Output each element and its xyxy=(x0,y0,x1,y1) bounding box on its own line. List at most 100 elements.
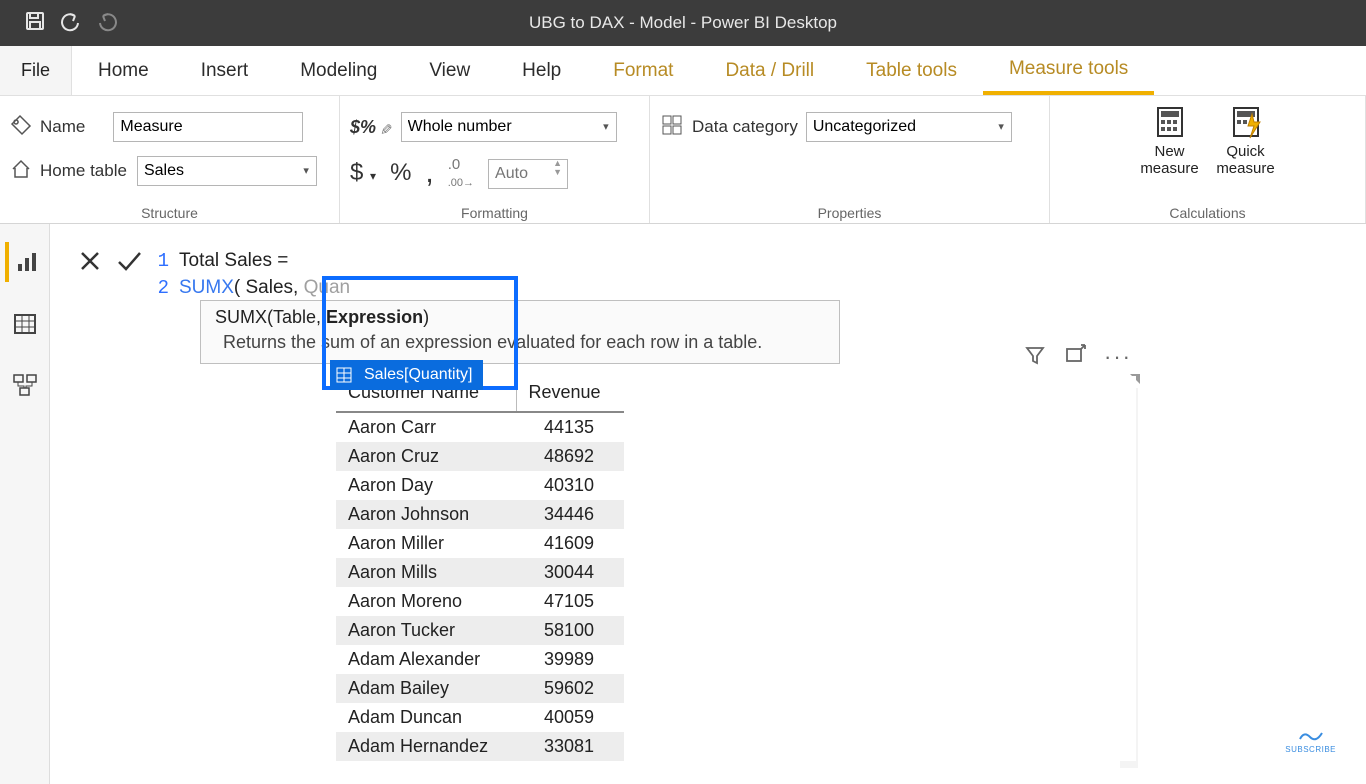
window-title: UBG to DAX - Model - Power BI Desktop xyxy=(529,13,837,33)
cell-name: Aaron Johnson xyxy=(336,500,516,529)
model-view-icon[interactable] xyxy=(5,366,45,406)
filter-icon[interactable] xyxy=(1024,344,1046,370)
tab-home[interactable]: Home xyxy=(72,46,175,95)
cell-revenue: 40059 xyxy=(516,703,624,732)
save-icon[interactable] xyxy=(24,10,46,36)
report-view-icon[interactable] xyxy=(5,242,45,282)
table-row[interactable]: Aaron Cruz48692 xyxy=(336,442,624,471)
cell-revenue: 33081 xyxy=(516,732,624,761)
table-row[interactable]: Aaron Day40310 xyxy=(336,471,624,500)
data-category-select[interactable] xyxy=(806,112,1012,142)
table-visual[interactable]: Customer Name Revenue Aaron Carr44135Aar… xyxy=(336,376,1136,761)
percent-button[interactable]: % xyxy=(390,159,411,187)
new-measure-button[interactable]: New measure xyxy=(1135,104,1205,177)
cell-name: Aaron Moreno xyxy=(336,587,516,616)
cell-revenue: 47105 xyxy=(516,587,624,616)
precision-button[interactable]: .0.00→ xyxy=(448,156,474,190)
table-row[interactable]: Aaron Carr44135 xyxy=(336,412,624,442)
quick-access-toolbar xyxy=(0,10,118,36)
stepper-icon[interactable]: ▲▼ xyxy=(553,159,562,177)
home-table-select[interactable] xyxy=(137,156,317,186)
category-icon xyxy=(660,113,684,141)
table-row[interactable]: Aaron Johnson34446 xyxy=(336,500,624,529)
cell-revenue: 58100 xyxy=(516,616,624,645)
tab-view[interactable]: View xyxy=(403,46,496,95)
view-rail xyxy=(0,224,50,784)
cell-name: Aaron Miller xyxy=(336,529,516,558)
commit-icon[interactable] xyxy=(115,248,143,278)
name-label: Name xyxy=(40,117,85,137)
cell-name: Adam Alexander xyxy=(336,645,516,674)
group-formatting: $% ✎ ▾ $ ▾ % , .0.00→ ▲▼ Formatting xyxy=(340,96,650,223)
cell-name: Aaron Cruz xyxy=(336,442,516,471)
tab-insert[interactable]: Insert xyxy=(175,46,275,95)
home-icon xyxy=(10,158,32,184)
tab-file[interactable]: File xyxy=(0,46,72,95)
table-row[interactable]: Adam Bailey59602 xyxy=(336,674,624,703)
cell-name: Adam Duncan xyxy=(336,703,516,732)
cell-revenue: 48692 xyxy=(516,442,624,471)
table-row[interactable]: Adam Duncan40059 xyxy=(336,703,624,732)
focus-mode-icon[interactable] xyxy=(1064,344,1086,370)
cancel-icon[interactable] xyxy=(77,248,103,278)
cell-revenue: 30044 xyxy=(516,558,624,587)
dax-tooltip: SUMX(Table, Expression) Returns the sum … xyxy=(200,300,840,364)
visual-toolbar: ··· xyxy=(1024,344,1132,370)
table-row[interactable]: Aaron Miller41609 xyxy=(336,529,624,558)
table-row[interactable]: Adam Alexander39989 xyxy=(336,645,624,674)
quick-measure-button[interactable]: Quick measure xyxy=(1211,104,1281,177)
group-properties: Data category ▾ Properties xyxy=(650,96,1050,223)
name-icon xyxy=(10,114,32,140)
home-table-label: Home table xyxy=(40,161,127,181)
dax-editor[interactable]: 1Total Sales = 2SUMX( Sales, Quan xyxy=(155,248,350,301)
cell-name: Aaron Mills xyxy=(336,558,516,587)
chevron-down-icon[interactable]: ▾ xyxy=(998,120,1004,133)
cell-revenue: 41609 xyxy=(516,529,624,558)
group-label-structure: Structure xyxy=(10,205,329,221)
format-select[interactable] xyxy=(401,112,617,142)
more-options-icon[interactable]: ··· xyxy=(1104,344,1132,370)
title-bar: UBG to DAX - Model - Power BI Desktop xyxy=(0,0,1366,46)
data-category-label: Data category xyxy=(692,117,798,137)
table-row[interactable]: Aaron Mills30044 xyxy=(336,558,624,587)
column-icon xyxy=(330,361,358,389)
cell-revenue: 39989 xyxy=(516,645,624,674)
tab-help[interactable]: Help xyxy=(496,46,587,95)
cell-revenue: 40310 xyxy=(516,471,624,500)
ribbon-tabs: File Home Insert Modeling View Help Form… xyxy=(0,46,1366,96)
cell-name: Aaron Day xyxy=(336,471,516,500)
data-view-icon[interactable] xyxy=(5,304,45,344)
tab-data-drill[interactable]: Data / Drill xyxy=(699,46,840,95)
group-structure: Name Home table ▾ Structure xyxy=(0,96,340,223)
tab-table-tools[interactable]: Table tools xyxy=(840,46,983,95)
cell-revenue: 59602 xyxy=(516,674,624,703)
chevron-down-icon[interactable]: ▾ xyxy=(303,164,309,177)
redo-icon[interactable] xyxy=(96,10,118,36)
group-label-calculations: Calculations xyxy=(1060,205,1355,221)
group-calculations: New measure Quick measure Calculations xyxy=(1050,96,1366,223)
table-row[interactable]: Aaron Moreno47105 xyxy=(336,587,624,616)
undo-icon[interactable] xyxy=(60,10,82,36)
cell-name: Aaron Carr xyxy=(336,412,516,442)
cell-revenue: 44135 xyxy=(516,412,624,442)
dax-line-1: Total Sales = xyxy=(179,248,288,275)
cell-revenue: 34446 xyxy=(516,500,624,529)
chevron-down-icon[interactable]: ▾ xyxy=(603,120,609,133)
cell-name: Adam Hernandez xyxy=(336,732,516,761)
table-row[interactable]: Adam Hernandez33081 xyxy=(336,732,624,761)
currency-button[interactable]: $ ▾ xyxy=(350,159,376,187)
formula-bar: 1Total Sales = 2SUMX( Sales, Quan xyxy=(55,240,1366,301)
tab-format[interactable]: Format xyxy=(587,46,699,95)
table-row[interactable]: Aaron Tucker58100 xyxy=(336,616,624,645)
ribbon: Name Home table ▾ Structure $% ✎ ▾ xyxy=(0,96,1366,224)
group-label-formatting: Formatting xyxy=(350,205,639,221)
column-header-revenue[interactable]: Revenue xyxy=(516,376,624,412)
subscribe-watermark: SUBSCRIBE xyxy=(1285,727,1336,754)
format-icon: $% xyxy=(350,117,376,138)
cell-name: Adam Bailey xyxy=(336,674,516,703)
tab-modeling[interactable]: Modeling xyxy=(274,46,403,95)
measure-name-input[interactable] xyxy=(113,112,303,142)
autocomplete-item[interactable]: Sales[Quantity] xyxy=(330,360,483,390)
tab-measure-tools[interactable]: Measure tools xyxy=(983,46,1154,95)
cell-name: Aaron Tucker xyxy=(336,616,516,645)
